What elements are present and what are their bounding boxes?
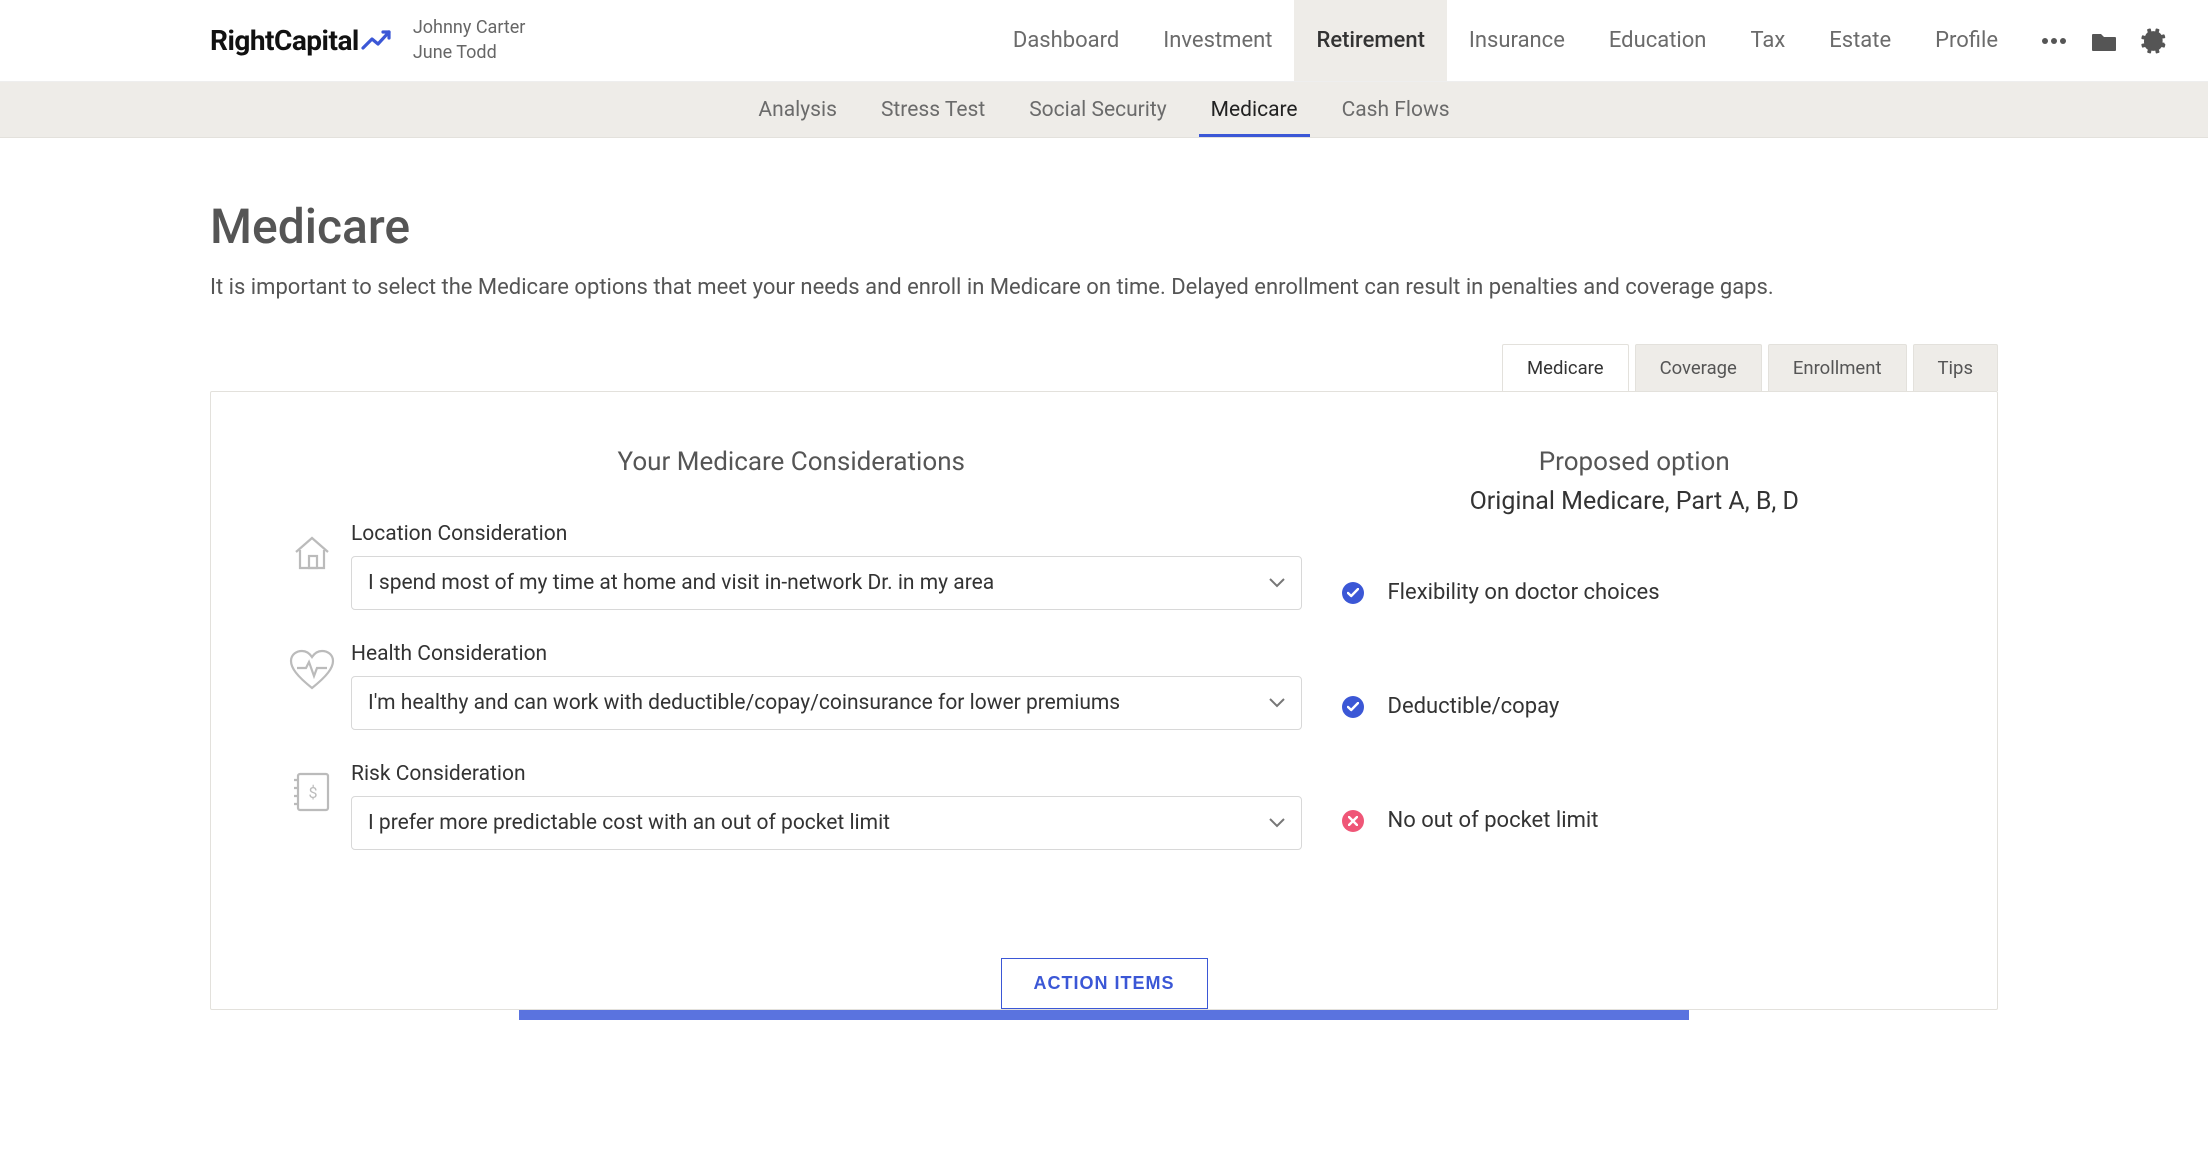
sub-nav: AnalysisStress TestSocial SecurityMedica… (0, 82, 2208, 138)
logo-arrow-icon (361, 28, 393, 54)
outcome-text: No out of pocket limit (1388, 808, 1599, 833)
x-icon (1342, 810, 1364, 832)
consideration-label: Location Consideration (351, 522, 1302, 546)
home-icon (281, 522, 343, 576)
folder-icon[interactable] (2090, 27, 2118, 55)
select-value: I'm healthy and can work with deductible… (368, 691, 1120, 715)
user-block[interactable]: Johnny Carter June Todd (413, 16, 526, 65)
select-value: I prefer more predictable cost with an o… (368, 811, 890, 835)
card-tab-coverage[interactable]: Coverage (1635, 344, 1762, 391)
chevron-down-icon (1269, 698, 1285, 708)
subnav-item-analysis[interactable]: Analysis (736, 82, 859, 137)
card-tab-tips[interactable]: Tips (1913, 344, 1998, 391)
card-tab-medicare[interactable]: Medicare (1502, 344, 1629, 391)
gear-icon[interactable] (2140, 27, 2168, 55)
consideration-row-risk: $ Risk Consideration I prefer more predi… (281, 762, 1302, 850)
top-bar: RightCapital Johnny Carter June Todd Das… (0, 0, 2208, 82)
nav-item-tax[interactable]: Tax (1728, 0, 1807, 81)
location-select[interactable]: I spend most of my time at home and visi… (351, 556, 1302, 610)
bottom-accent-bar (519, 1010, 1689, 1020)
nav-item-estate[interactable]: Estate (1807, 0, 1913, 81)
user-line1: Johnny Carter (413, 16, 526, 40)
consideration-label: Health Consideration (351, 642, 1302, 666)
logo-text: RightCapital (210, 24, 359, 57)
consideration-label: Risk Consideration (351, 762, 1302, 786)
action-wrap: ACTION ITEMS (281, 908, 1927, 1009)
page-description: It is important to select the Medicare o… (210, 273, 1998, 304)
check-icon (1342, 696, 1364, 718)
card-tab-enrollment[interactable]: Enrollment (1768, 344, 1907, 391)
subnav-item-social-security[interactable]: Social Security (1007, 82, 1188, 137)
outcome-text: Flexibility on doctor choices (1388, 580, 1660, 605)
page: Medicare It is important to select the M… (0, 138, 2208, 1020)
heartbeat-icon (281, 642, 343, 692)
outcome-list: Flexibility on doctor choices Deductible/… (1342, 566, 1927, 848)
action-items-button[interactable]: ACTION ITEMS (1001, 958, 1208, 1009)
medicare-card: Your Medicare Considerations Location Co… (210, 391, 1998, 1010)
main-nav: DashboardInvestmentRetirementInsuranceEd… (991, 0, 2020, 81)
considerations-heading: Your Medicare Considerations (281, 447, 1302, 477)
chevron-down-icon (1269, 578, 1285, 588)
health-select[interactable]: I'm healthy and can work with deductible… (351, 676, 1302, 730)
select-value: I spend most of my time at home and visi… (368, 571, 994, 595)
nav-item-profile[interactable]: Profile (1913, 0, 2020, 81)
consideration-row-location: Location Consideration I spend most of m… (281, 522, 1302, 610)
subnav-item-cash-flows[interactable]: Cash Flows (1320, 82, 1472, 137)
nav-item-dashboard[interactable]: Dashboard (991, 0, 1141, 81)
card-tabs: MedicareCoverageEnrollmentTips (210, 344, 1998, 391)
outcome-row: Deductible/copay (1342, 680, 1927, 734)
outcome-row: Flexibility on doctor choices (1342, 566, 1927, 620)
outcome-row: No out of pocket limit (1342, 794, 1927, 848)
nav-item-investment[interactable]: Investment (1141, 0, 1294, 81)
considerations-column: Your Medicare Considerations Location Co… (281, 447, 1302, 908)
proposed-heading: Proposed option (1342, 447, 1927, 477)
nav-item-retirement[interactable]: Retirement (1294, 0, 1446, 81)
outcome-text: Deductible/copay (1388, 694, 1560, 719)
check-icon (1342, 582, 1364, 604)
user-line2: June Todd (413, 41, 526, 65)
proposed-column: Proposed option Original Medicare, Part … (1302, 447, 1927, 908)
nav-item-education[interactable]: Education (1587, 0, 1729, 81)
page-title: Medicare (210, 198, 1998, 255)
ledger-icon: $ (281, 762, 343, 816)
proposed-option-name: Original Medicare, Part A, B, D (1342, 487, 1927, 516)
logo[interactable]: RightCapital (210, 24, 393, 57)
topbar-icons (2020, 27, 2208, 55)
chevron-down-icon (1269, 818, 1285, 828)
svg-text:$: $ (309, 783, 318, 802)
nav-item-insurance[interactable]: Insurance (1447, 0, 1587, 81)
risk-select[interactable]: I prefer more predictable cost with an o… (351, 796, 1302, 850)
subnav-item-medicare[interactable]: Medicare (1189, 82, 1320, 137)
more-icon[interactable] (2040, 27, 2068, 55)
subnav-item-stress-test[interactable]: Stress Test (859, 82, 1007, 137)
consideration-row-health: Health Consideration I'm healthy and can… (281, 642, 1302, 730)
